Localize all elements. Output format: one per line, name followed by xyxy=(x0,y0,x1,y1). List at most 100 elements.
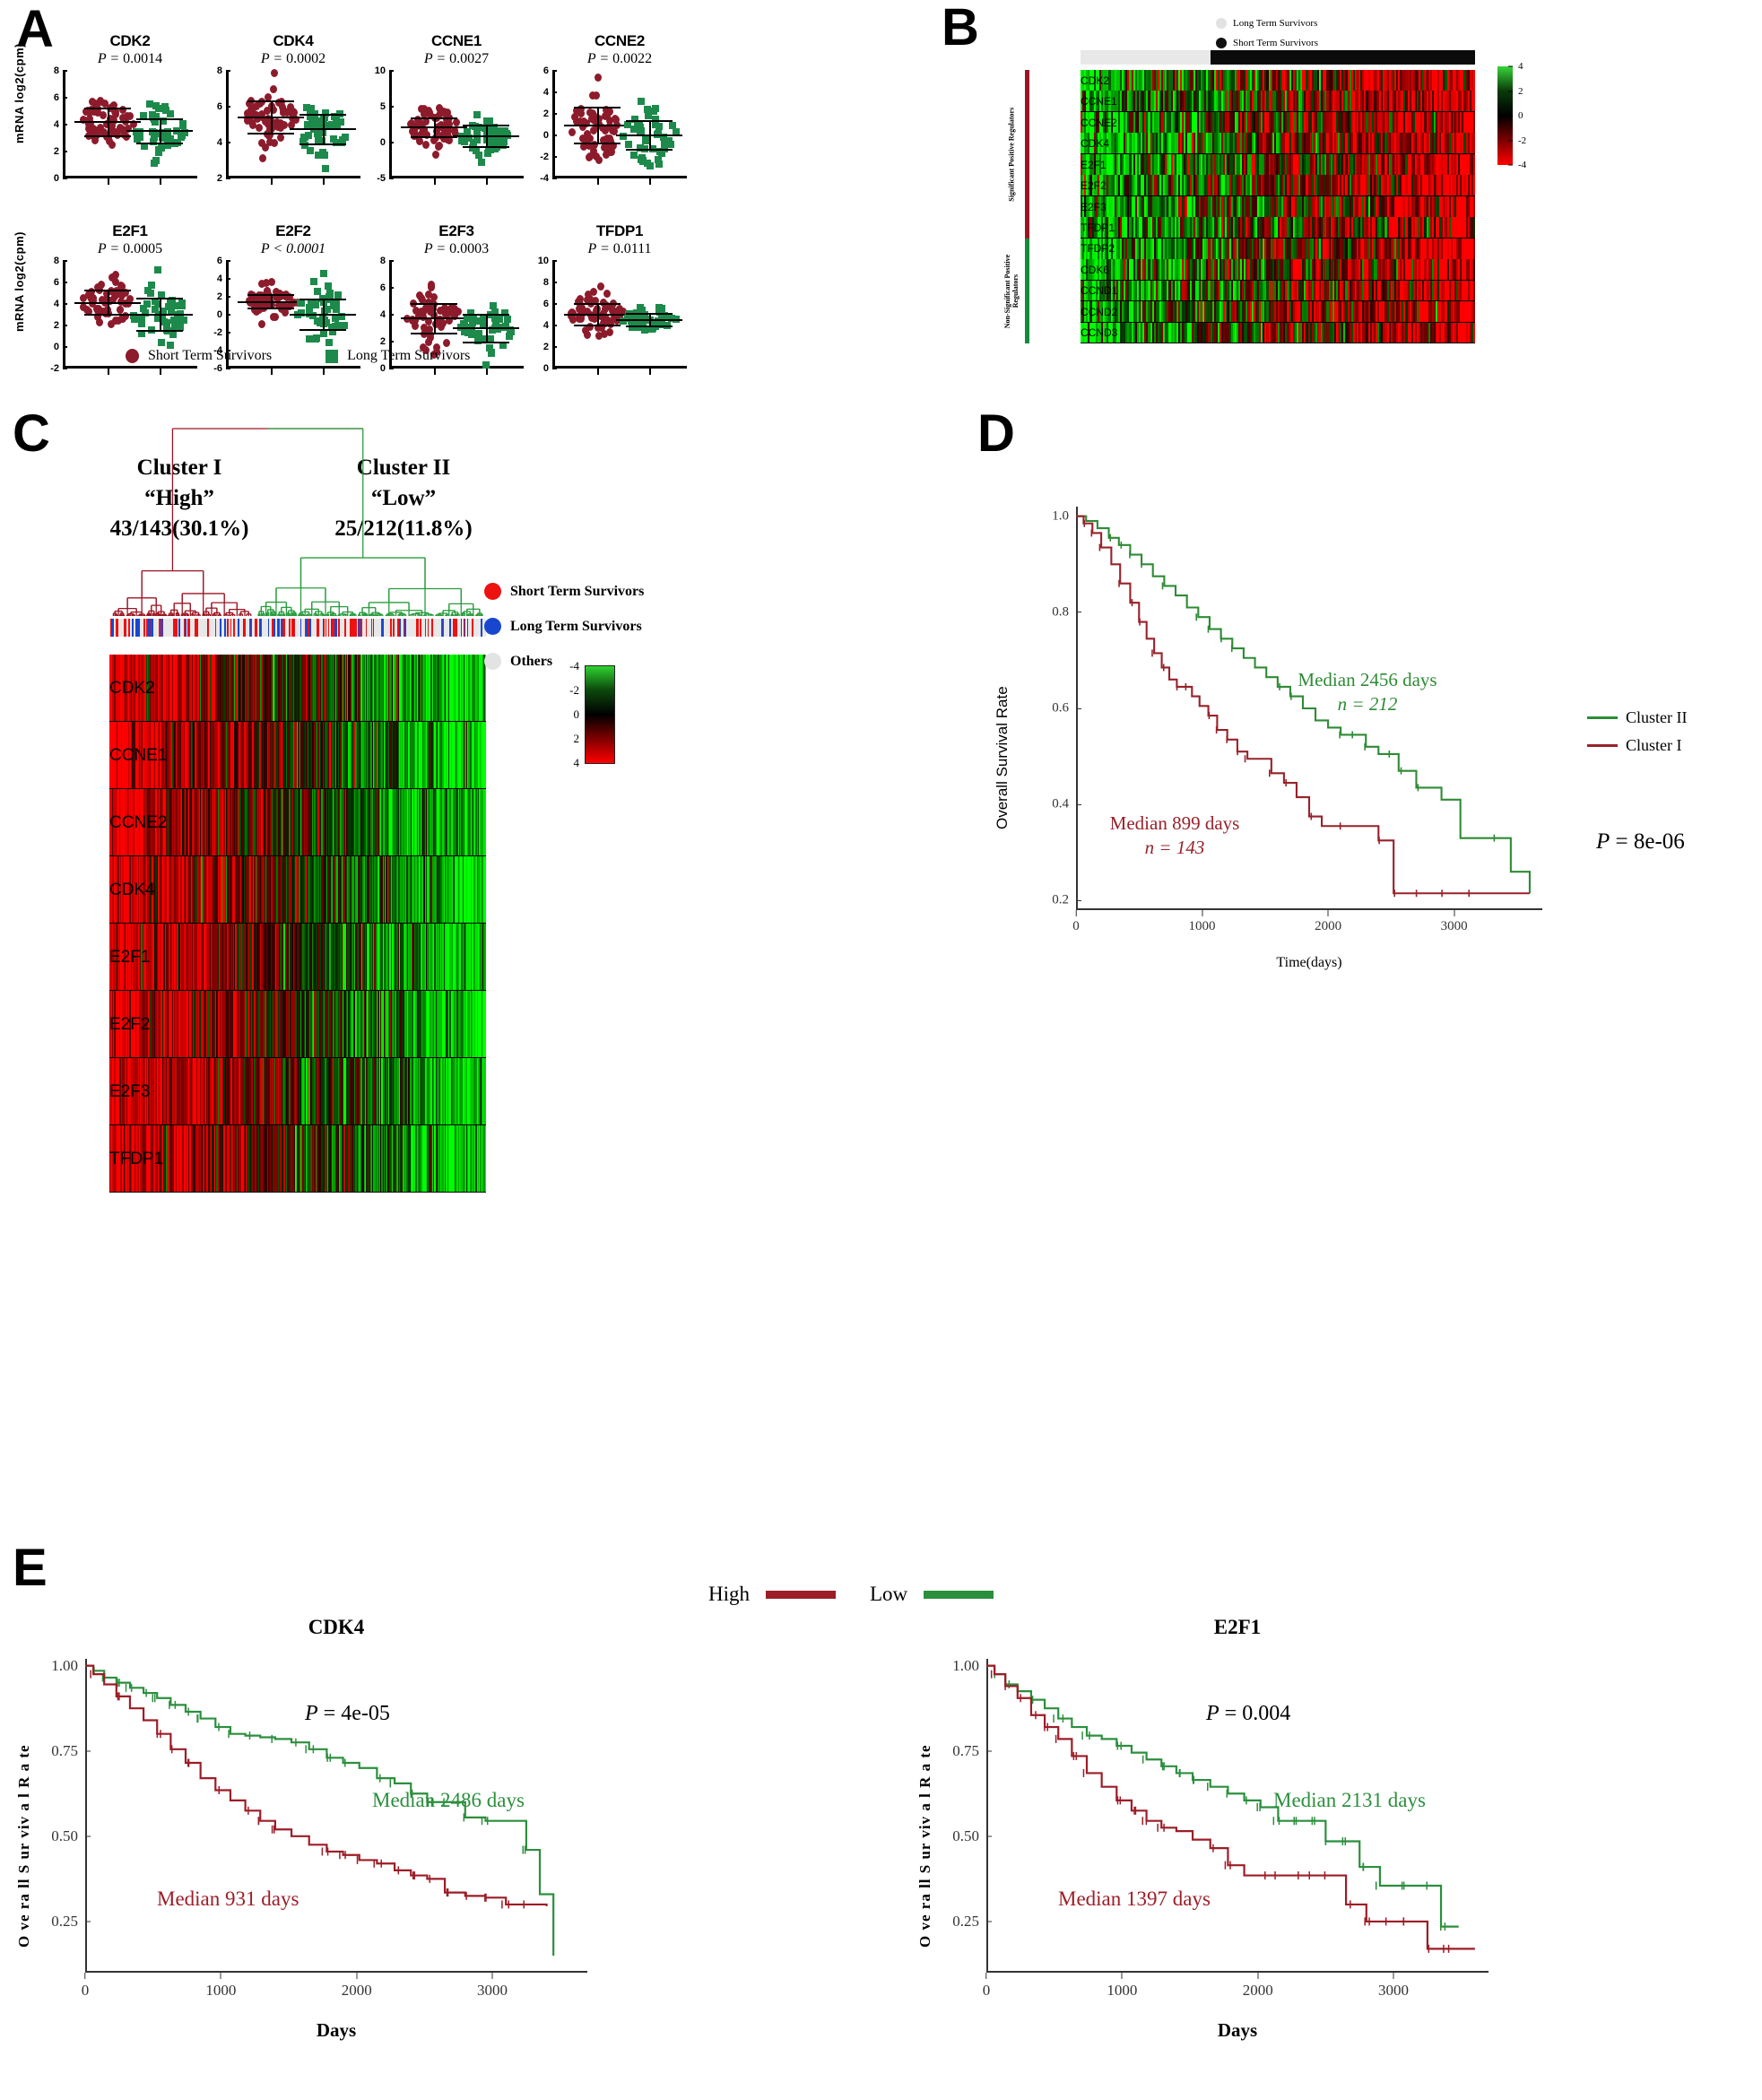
data-point-long-term xyxy=(320,152,328,160)
scatter-plot-tfdp1: TFDP1 P = 0.0111 0 2 4 6 8 10 xyxy=(538,222,687,375)
y-tick-label: 4 xyxy=(217,137,226,148)
heatmap-cell xyxy=(1472,111,1475,133)
y-tick-label: 10 xyxy=(538,256,552,266)
scatter-plot-ccne1: CCNE1 P = 0.0027 -5 0 5 10 xyxy=(375,32,524,185)
data-point-long-term xyxy=(161,105,169,113)
error-bar-cap xyxy=(136,297,183,299)
data-point-short-term xyxy=(269,313,277,322)
y-tick-label: 4 xyxy=(543,320,552,331)
annotation-stripe xyxy=(256,619,257,637)
data-point-short-term xyxy=(262,143,270,152)
y-tick-label: 8 xyxy=(54,256,63,266)
sample-annotation-track xyxy=(109,619,486,637)
scatter-pvalue: P = 0.0003 xyxy=(423,241,490,256)
error-bar-cap xyxy=(299,114,346,116)
data-point-long-term xyxy=(624,140,632,148)
scatter-pvalue: P = 0.0014 xyxy=(97,51,163,66)
annotation-stripe xyxy=(215,619,216,637)
data-point-long-term xyxy=(154,146,162,154)
annotation-stripe xyxy=(117,619,118,637)
x-tick xyxy=(160,178,161,185)
data-point-long-term xyxy=(333,305,341,313)
annotation-stripe xyxy=(238,619,239,637)
data-point-long-term xyxy=(330,135,338,143)
annotation-stripe xyxy=(176,619,178,637)
annotation-stripe xyxy=(143,619,145,637)
row-group-bracket xyxy=(1025,238,1029,343)
annotation-stripe xyxy=(309,619,311,637)
data-point-long-term xyxy=(306,146,314,154)
error-bar-cap xyxy=(299,329,346,331)
annotation-stripe xyxy=(393,619,395,637)
error-bar xyxy=(433,302,436,333)
data-point-short-term xyxy=(605,107,613,116)
data-point-long-term xyxy=(470,138,478,146)
y-tick-label: 4 xyxy=(380,309,389,320)
data-point-short-term xyxy=(603,290,612,299)
panel-a-ylabel-top: mRNA log2(cpm) xyxy=(13,43,26,143)
error-bar-cap xyxy=(463,125,509,126)
error-bar-cap xyxy=(247,294,294,296)
annotation-stripe xyxy=(124,619,126,637)
data-point-short-term xyxy=(595,74,603,82)
data-point-long-term xyxy=(487,349,495,357)
annotation-stripe xyxy=(111,619,114,637)
error-bar-cap xyxy=(136,117,183,120)
data-point-long-term xyxy=(306,334,313,343)
data-point-long-term xyxy=(500,137,508,145)
error-bar-cap xyxy=(573,106,621,108)
data-point-short-term xyxy=(91,99,100,108)
legend-item-long-term: Long Term Survivors xyxy=(325,348,470,364)
y-tick-label: 4 xyxy=(54,119,63,130)
data-point-long-term xyxy=(340,321,348,329)
scatter-plot-ccne2: CCNE2 P = 0.0022 -4 -2 0 2 4 6 xyxy=(540,32,687,185)
data-point-long-term xyxy=(147,282,155,290)
heatmap-row-label: E2F1 xyxy=(1081,159,1107,171)
annotation-stripe xyxy=(224,619,226,637)
y-tick-label: 2 xyxy=(543,342,552,352)
scatter-title: E2F3 xyxy=(438,222,474,239)
data-point-long-term xyxy=(303,104,311,112)
annotation-stripe xyxy=(366,619,367,637)
heatmap-cell xyxy=(1472,217,1475,239)
heatmap-row-label: E2F2 xyxy=(1081,179,1107,192)
x-axis xyxy=(389,176,524,178)
data-point-long-term xyxy=(464,314,472,322)
data-point-long-term xyxy=(645,112,653,120)
heatmap-cell xyxy=(1472,301,1475,322)
x-axis xyxy=(63,176,197,178)
data-point-long-term xyxy=(319,269,327,277)
x-axis xyxy=(389,366,524,369)
annotation-stripe xyxy=(325,619,326,637)
data-point-short-term xyxy=(253,101,261,110)
data-point-long-term xyxy=(658,149,666,157)
data-point-long-term xyxy=(473,111,481,119)
x-tick xyxy=(486,369,488,375)
data-point-short-term xyxy=(269,84,277,93)
annotation-stripe xyxy=(300,619,301,637)
x-tick xyxy=(107,178,109,185)
data-point-short-term xyxy=(596,282,604,291)
colorbar: 4 2 0 -2 -4 xyxy=(1497,61,1526,170)
legend-label: Long Term Survivors xyxy=(347,348,471,363)
x-axis xyxy=(63,366,197,369)
scatter-pvalue: P = 0.0027 xyxy=(423,51,490,66)
annotation-stripe xyxy=(336,619,337,637)
data-point-long-term xyxy=(314,287,322,295)
data-point-short-term xyxy=(107,319,115,328)
error-bar-cap xyxy=(299,143,346,145)
heatmap-cell xyxy=(1472,280,1475,301)
annotation-stripe xyxy=(425,619,426,637)
x-axis xyxy=(552,176,687,178)
data-point-long-term xyxy=(482,360,490,369)
x-tick xyxy=(649,178,651,185)
x-tick xyxy=(596,369,599,375)
colorbar-tick: -2 xyxy=(1513,135,1526,146)
data-point-long-term xyxy=(312,334,320,343)
y-tick-label: -2 xyxy=(213,327,226,338)
data-point-long-term xyxy=(495,314,503,322)
error-bar-cap xyxy=(83,135,131,137)
data-point-long-term xyxy=(179,122,187,130)
annotation-stripe xyxy=(371,619,372,637)
scatter-title: CCNE1 xyxy=(430,32,482,49)
